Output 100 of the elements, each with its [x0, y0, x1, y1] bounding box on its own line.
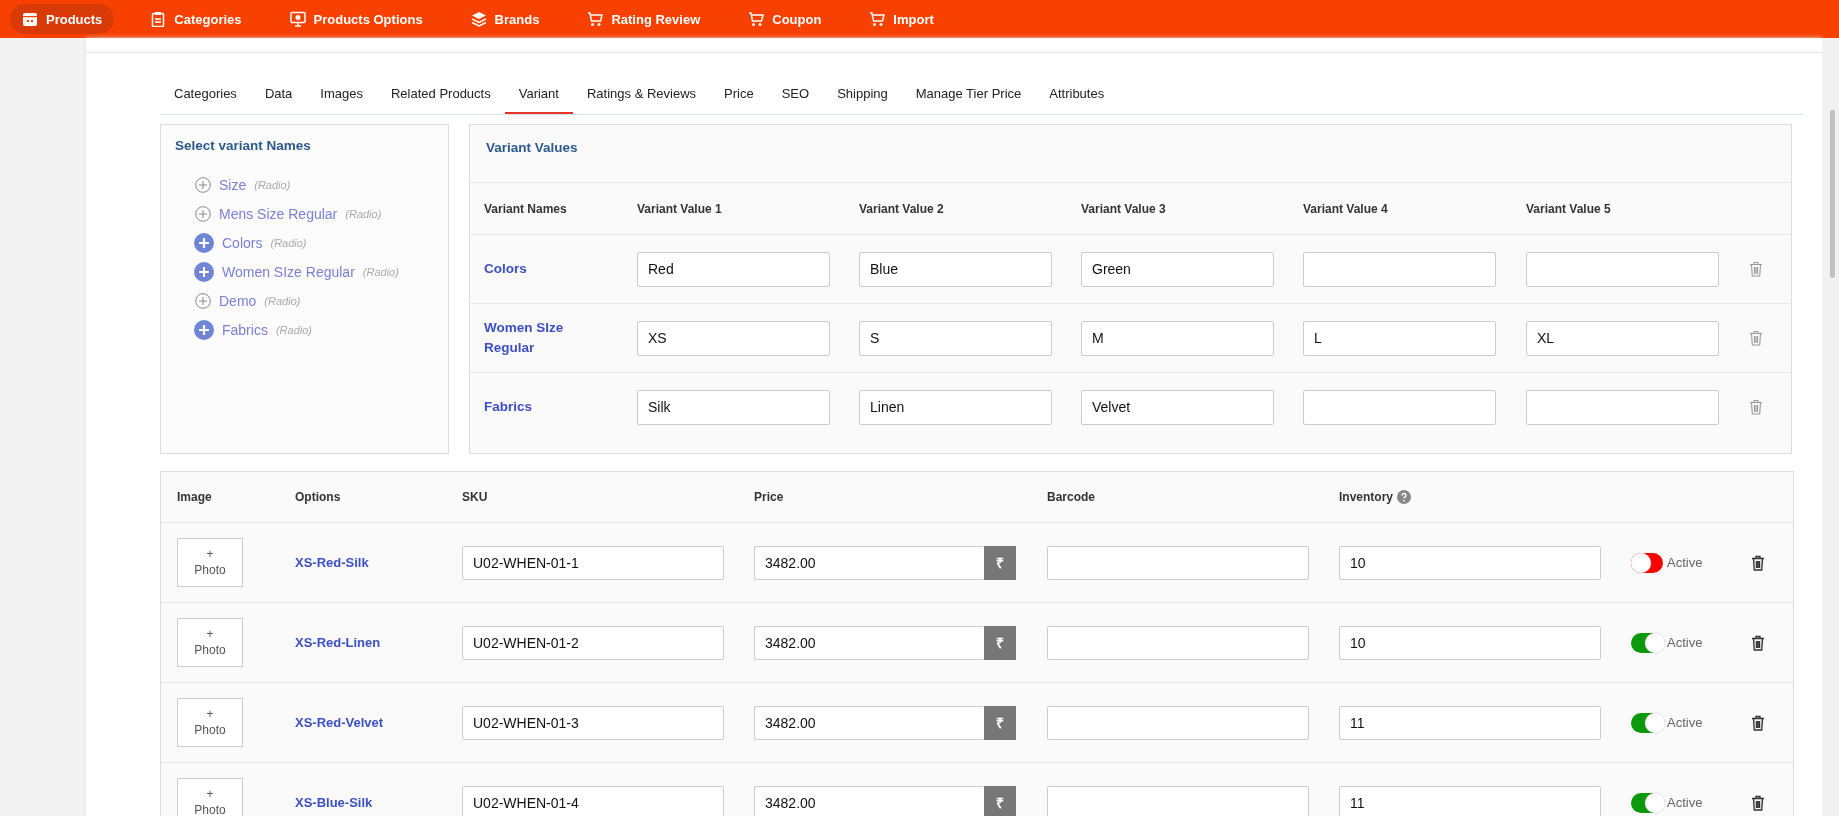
inventory-field[interactable]: 11	[1339, 705, 1601, 740]
sku-field[interactable]: U02-WHEN-01-1	[462, 545, 724, 580]
barcode-field[interactable]	[1047, 705, 1309, 740]
tab[interactable]: Ratings & Reviews	[572, 77, 711, 114]
variant-name[interactable]: Colors	[222, 234, 263, 251]
toggle-switch[interactable]	[1631, 552, 1663, 573]
variant-name: Colors	[484, 260, 528, 279]
barcode-field[interactable]	[1047, 785, 1309, 816]
price-field[interactable]: 3482.00	[754, 625, 984, 660]
variant-value-field[interactable]: Velvet	[1081, 389, 1274, 425]
cart-icon	[748, 11, 765, 27]
variant-type: (Radio)	[254, 178, 291, 191]
column-header: SKU	[462, 490, 489, 504]
variant-value-field[interactable]: Silk	[637, 389, 830, 425]
variant-value-field[interactable]	[1303, 389, 1496, 425]
tab[interactable]: SEO	[767, 77, 824, 114]
variant-value-field[interactable]: XS	[637, 320, 830, 356]
add-icon[interactable]	[195, 205, 211, 222]
cart-icon	[587, 11, 604, 27]
variant-name[interactable]: Mens Size Regular	[219, 205, 338, 222]
toggle-switch[interactable]	[1631, 792, 1663, 813]
variant-value-field[interactable]: Linen	[859, 389, 1052, 425]
variant-value-field[interactable]	[1303, 251, 1496, 287]
variant-value-field[interactable]	[1526, 251, 1719, 287]
price-field[interactable]: 3482.00	[754, 545, 984, 580]
add-photo-button[interactable]: + Photo	[177, 778, 243, 816]
add-icon[interactable]	[194, 232, 214, 253]
delete-icon[interactable]	[1751, 794, 1765, 811]
add-icon[interactable]	[195, 292, 211, 309]
scrollbar-thumb[interactable]	[1830, 110, 1835, 278]
currency-addon: ₹	[984, 545, 1016, 580]
add-photo-button[interactable]: + Photo	[177, 538, 243, 587]
add-icon[interactable]	[195, 176, 211, 193]
option-name[interactable]: XS-Red-Linen	[295, 635, 462, 650]
inventory-field[interactable]: 10	[1339, 545, 1601, 580]
clipboard-icon	[150, 11, 167, 27]
add-photo-button[interactable]: + Photo	[177, 698, 243, 747]
price-field[interactable]: 3482.00	[754, 785, 984, 816]
tab[interactable]: Attributes	[1035, 77, 1119, 114]
variant-value-field[interactable]: M	[1081, 320, 1274, 356]
tab[interactable]: Manage Tier Price	[901, 77, 1036, 114]
barcode-field[interactable]	[1047, 625, 1309, 660]
nav-link[interactable]: Categories	[138, 4, 254, 34]
tab[interactable]: Categories	[160, 77, 251, 114]
tab[interactable]: Variant	[504, 77, 573, 114]
column-header: Image	[177, 490, 213, 504]
add-icon[interactable]	[194, 319, 214, 340]
tab[interactable]: Price	[710, 77, 768, 114]
variant-value-field[interactable]: Green	[1081, 251, 1274, 287]
cart-icon	[869, 11, 886, 27]
variant-name[interactable]: Fabrics	[222, 321, 268, 338]
status-label: Active	[1667, 555, 1703, 570]
tab[interactable]: Shipping	[823, 77, 902, 114]
toggle-switch[interactable]	[1631, 712, 1663, 733]
delete-icon[interactable]	[1751, 554, 1765, 571]
status-label: Active	[1667, 795, 1703, 810]
column-header: Variant Value 1	[637, 201, 723, 216]
help-icon[interactable]	[1397, 490, 1411, 504]
add-icon[interactable]	[194, 261, 214, 282]
tab[interactable]: Related Products	[377, 77, 505, 114]
column-header: Variant Names	[484, 201, 568, 216]
sku-field[interactable]: U02-WHEN-01-3	[462, 705, 724, 740]
variant-value-field[interactable]: S	[859, 320, 1052, 356]
variant-value-field[interactable]: XL	[1526, 320, 1719, 356]
toggle-switch[interactable]	[1631, 632, 1663, 653]
column-header: Variant Value 2	[859, 201, 945, 216]
variant-value-field[interactable]: Blue	[859, 251, 1052, 287]
variant-type: (Radio)	[345, 207, 382, 220]
option-name[interactable]: XS-Red-Silk	[295, 555, 462, 570]
variant-value-field[interactable]: L	[1303, 320, 1496, 356]
tab[interactable]: Images	[306, 77, 377, 114]
nav-link[interactable]: Brands	[458, 4, 552, 34]
option-name[interactable]: XS-Blue-Silk	[295, 795, 462, 810]
tab[interactable]: Data	[250, 77, 307, 114]
delete-icon[interactable]	[1751, 714, 1765, 731]
inventory-field[interactable]: 10	[1339, 625, 1601, 660]
variant-name[interactable]: Size	[219, 176, 247, 193]
variant-value-field[interactable]: Red	[637, 251, 830, 287]
variant-type: (Radio)	[362, 265, 399, 278]
add-photo-button[interactable]: + Photo	[177, 618, 243, 667]
panel-title: Select variant Names	[175, 138, 312, 153]
variant-value-field[interactable]	[1526, 389, 1719, 425]
nav-link[interactable]: Products	[10, 4, 115, 34]
barcode-field[interactable]	[1047, 545, 1309, 580]
variant-name[interactable]: Demo	[219, 292, 257, 309]
box-icon	[22, 11, 38, 27]
nav-link[interactable]: Coupon	[736, 4, 834, 34]
delete-icon[interactable]	[1751, 634, 1765, 651]
status-label: Active	[1667, 635, 1703, 650]
variant-name[interactable]: Women SIze Regular	[222, 263, 355, 280]
nav-link[interactable]: Products Options	[277, 4, 435, 34]
sku-field[interactable]: U02-WHEN-01-4	[462, 785, 724, 816]
price-field[interactable]: 3482.00	[754, 705, 984, 740]
variant-name: Women SIze Regular	[484, 319, 565, 357]
nav-link[interactable]: Import	[857, 4, 946, 34]
sku-field[interactable]: U02-WHEN-01-2	[462, 625, 724, 660]
option-name[interactable]: XS-Red-Velvet	[295, 715, 462, 730]
inventory-field[interactable]: 11	[1339, 785, 1601, 816]
currency-addon: ₹	[984, 625, 1016, 660]
nav-link[interactable]: Rating Review	[575, 4, 713, 34]
